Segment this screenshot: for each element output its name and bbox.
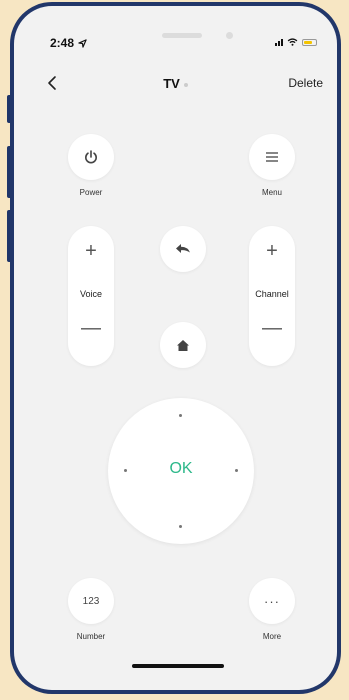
voice-control: + Voice — <box>68 226 114 366</box>
location-arrow-icon <box>78 39 88 49</box>
speaker-grille <box>162 33 202 38</box>
channel-down-button[interactable]: — <box>249 317 295 340</box>
number-label: Number <box>76 632 106 641</box>
wifi-icon <box>287 38 298 46</box>
directional-pad[interactable]: OK <box>108 398 254 544</box>
home-indicator[interactable] <box>132 664 224 668</box>
dpad-down[interactable] <box>179 525 182 528</box>
home-icon <box>177 339 189 351</box>
signal-icon <box>275 39 283 46</box>
power-label: Power <box>79 188 103 197</box>
number-button[interactable]: 123 <box>68 578 114 624</box>
front-camera <box>226 32 233 39</box>
menu-button[interactable] <box>249 134 295 180</box>
power-button[interactable] <box>68 134 114 180</box>
home-button[interactable] <box>160 322 206 368</box>
menu-icon <box>266 152 278 162</box>
battery-icon <box>302 39 317 46</box>
return-arrow-icon <box>176 244 190 253</box>
status-icons <box>275 38 317 46</box>
voice-up-button[interactable]: + <box>68 240 114 263</box>
more-button[interactable]: ··· <box>249 578 295 624</box>
menu-label: Menu <box>261 188 282 197</box>
power-icon <box>85 150 97 164</box>
number-glyph: 123 <box>82 595 100 607</box>
status-time: 2:48 <box>50 36 88 50</box>
title-status-dot <box>183 82 188 87</box>
dpad-up[interactable] <box>179 414 182 417</box>
channel-control: + Channel — <box>249 226 295 366</box>
return-button[interactable] <box>160 226 206 272</box>
more-dots-icon: ··· <box>264 593 280 609</box>
delete-button[interactable]: Delete <box>288 76 323 90</box>
voice-down-button[interactable]: — <box>68 317 114 340</box>
channel-up-button[interactable]: + <box>249 240 295 263</box>
ok-button[interactable]: OK <box>108 460 254 478</box>
phone-frame: 2:48 TV Delete Power Menu + Voice — + Ch… <box>10 2 341 694</box>
remote-screen: 2:48 TV Delete Power Menu + Voice — + Ch… <box>14 6 337 690</box>
more-label: More <box>262 632 282 641</box>
voice-label: Voice <box>79 289 103 299</box>
channel-label: Channel <box>255 289 289 299</box>
